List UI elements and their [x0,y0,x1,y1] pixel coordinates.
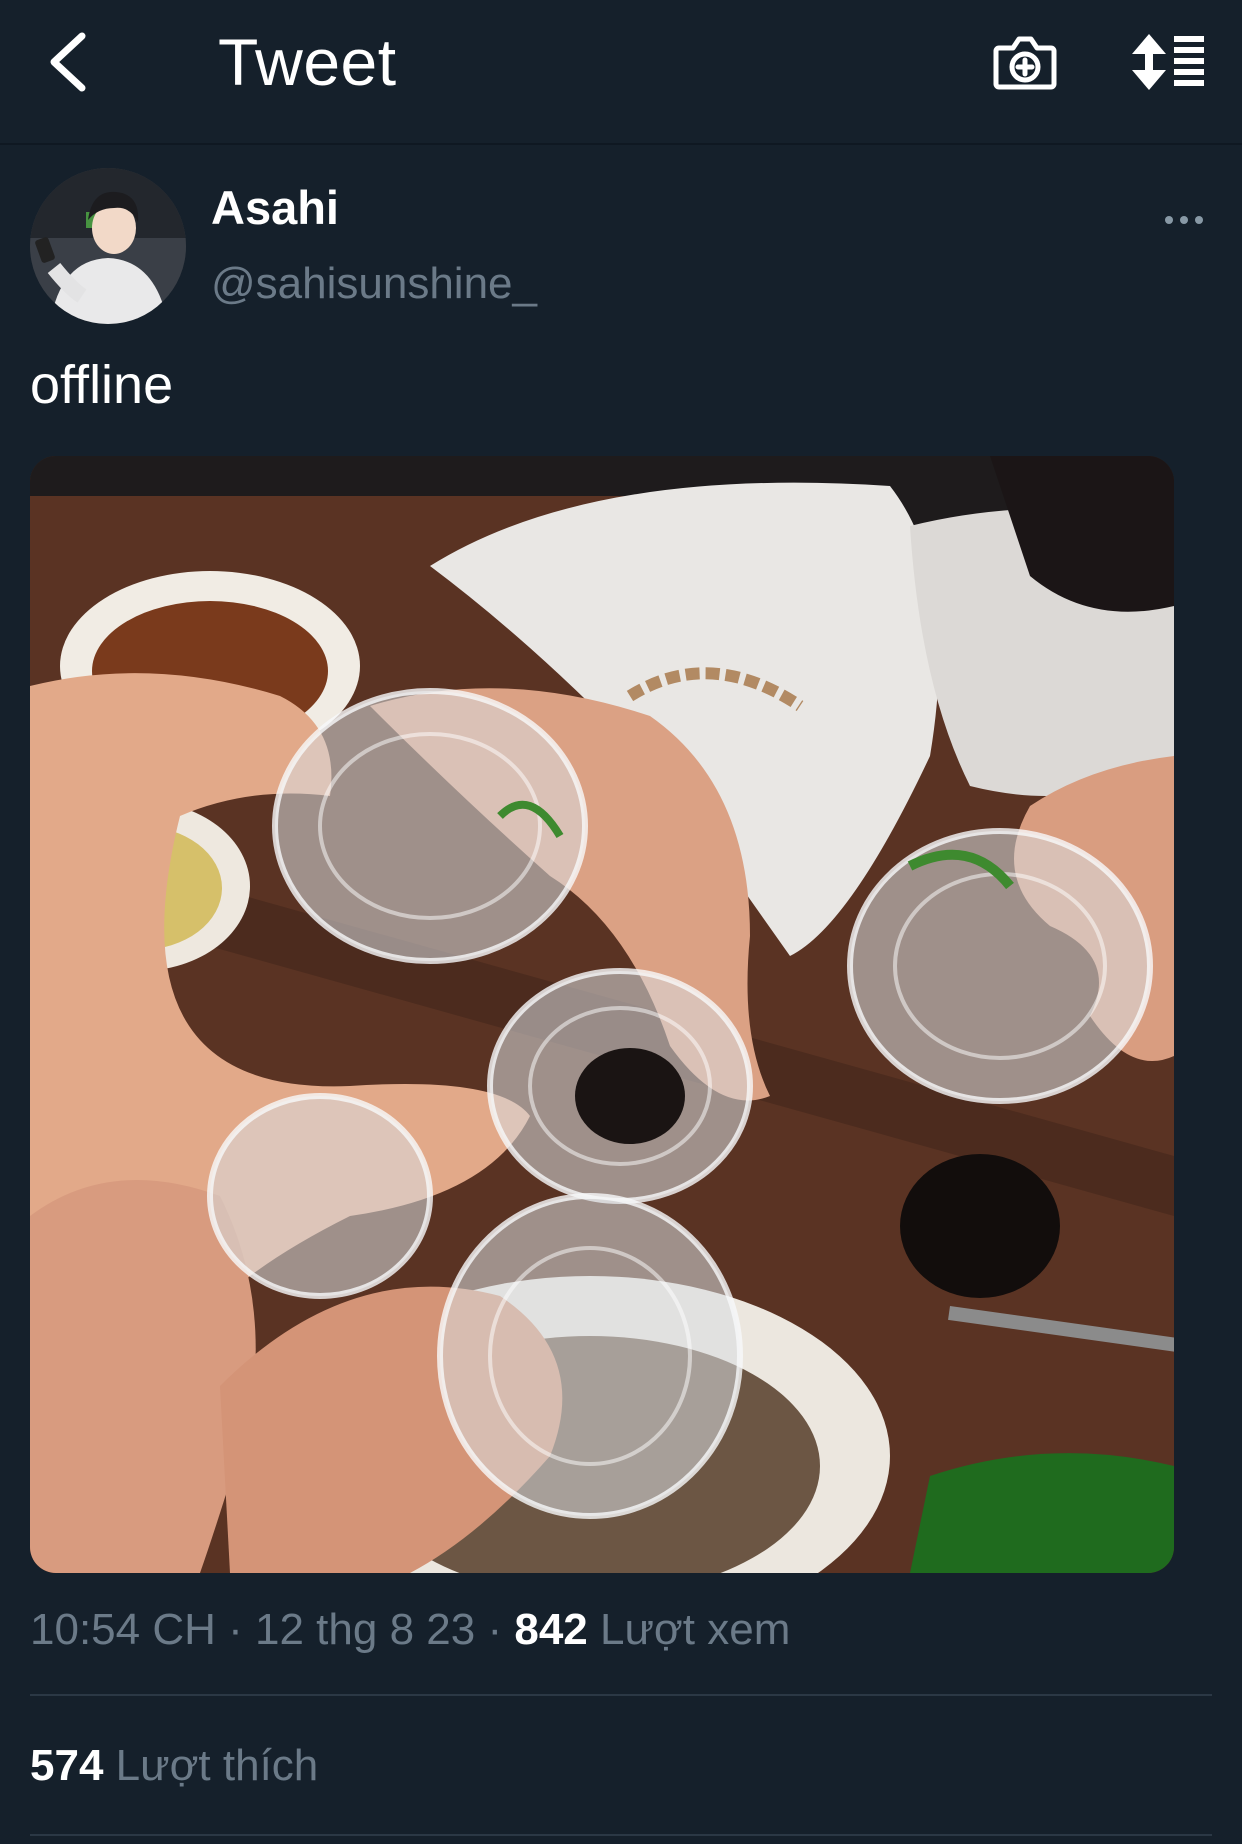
divider [30,1694,1212,1696]
divider [30,1834,1212,1836]
tweet-date: 12 thg 8 23 [255,1605,476,1654]
likes-stat[interactable]: 574 Lượt thích [30,1736,318,1796]
meta-separator: · [487,1605,503,1654]
avatar-image [30,168,186,324]
camera-plus-icon [993,36,1057,90]
back-button[interactable] [38,22,98,102]
avatar[interactable] [30,168,186,324]
more-options-button[interactable] [1152,196,1216,244]
likes-label: Lượt thích [115,1741,319,1790]
tweet-time: 10:54 CH [30,1605,216,1654]
tweet-meta: 10:54 CH · 12 thg 8 23 · 842 Lượt xem [30,1600,790,1660]
photo-toast-shot-glasses [30,456,1174,1573]
sort-list-icon [1132,34,1204,90]
meta-separator: · [228,1605,243,1654]
page-title: Tweet [218,25,397,99]
tweet-text: offline [30,355,174,415]
author-handle[interactable]: @sahisunshine_ [211,256,537,312]
sort-button[interactable] [1128,22,1212,102]
author-display-name[interactable]: Asahi [211,180,339,236]
top-navigation-bar: Tweet [0,0,1242,145]
views-label: Lượt xem [600,1605,791,1654]
likes-count: 574 [30,1741,104,1790]
camera-button[interactable] [990,22,1060,102]
views-count: 842 [514,1605,588,1654]
tweet-media-image[interactable] [30,456,1174,1573]
more-horizontal-icon [1165,216,1203,224]
chevron-left-icon [50,32,86,92]
